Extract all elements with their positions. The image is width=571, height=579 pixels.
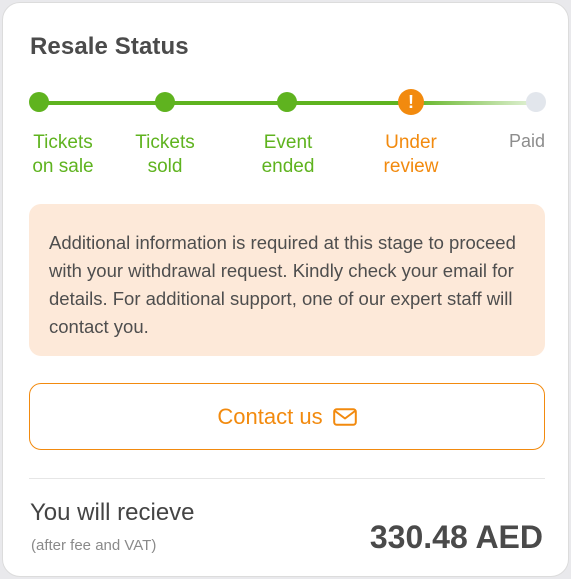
divider — [29, 478, 545, 479]
contact-us-label: Contact us — [217, 403, 323, 429]
step-dot-event-ended — [277, 92, 297, 112]
mail-icon — [332, 407, 357, 426]
contact-us-button[interactable]: Contact us — [29, 383, 545, 450]
status-stepper: ! Tickets on sale Tickets sold Event end… — [3, 3, 570, 203]
step-label-tickets-on-sale: Tickets on sale — [32, 132, 94, 177]
stepper-connector — [167, 101, 289, 105]
step-dot-tickets-on-sale — [29, 92, 49, 112]
step-dot-tickets-sold — [155, 92, 175, 112]
payout-amount: 330.48 AED — [369, 519, 543, 555]
step-label-event-ended: Event ended — [261, 132, 315, 177]
payout-sublabel: (after fee and VAT) — [31, 537, 157, 554]
stepper-connector — [289, 101, 411, 105]
payout-label: You will recieve — [30, 499, 195, 526]
alert-icon: ! — [398, 89, 424, 115]
step-dot-paid — [526, 92, 546, 112]
stepper-connector — [41, 101, 167, 105]
resale-status-card: Resale Status ! Tickets on sale Tickets … — [2, 2, 569, 577]
step-label-paid: Paid — [508, 131, 546, 151]
review-notice: Additional information is required at th… — [29, 204, 545, 356]
stepper-connector — [411, 101, 538, 105]
step-label-tickets-sold: Tickets sold — [135, 132, 195, 177]
step-label-under-review: Under review — [383, 132, 439, 177]
